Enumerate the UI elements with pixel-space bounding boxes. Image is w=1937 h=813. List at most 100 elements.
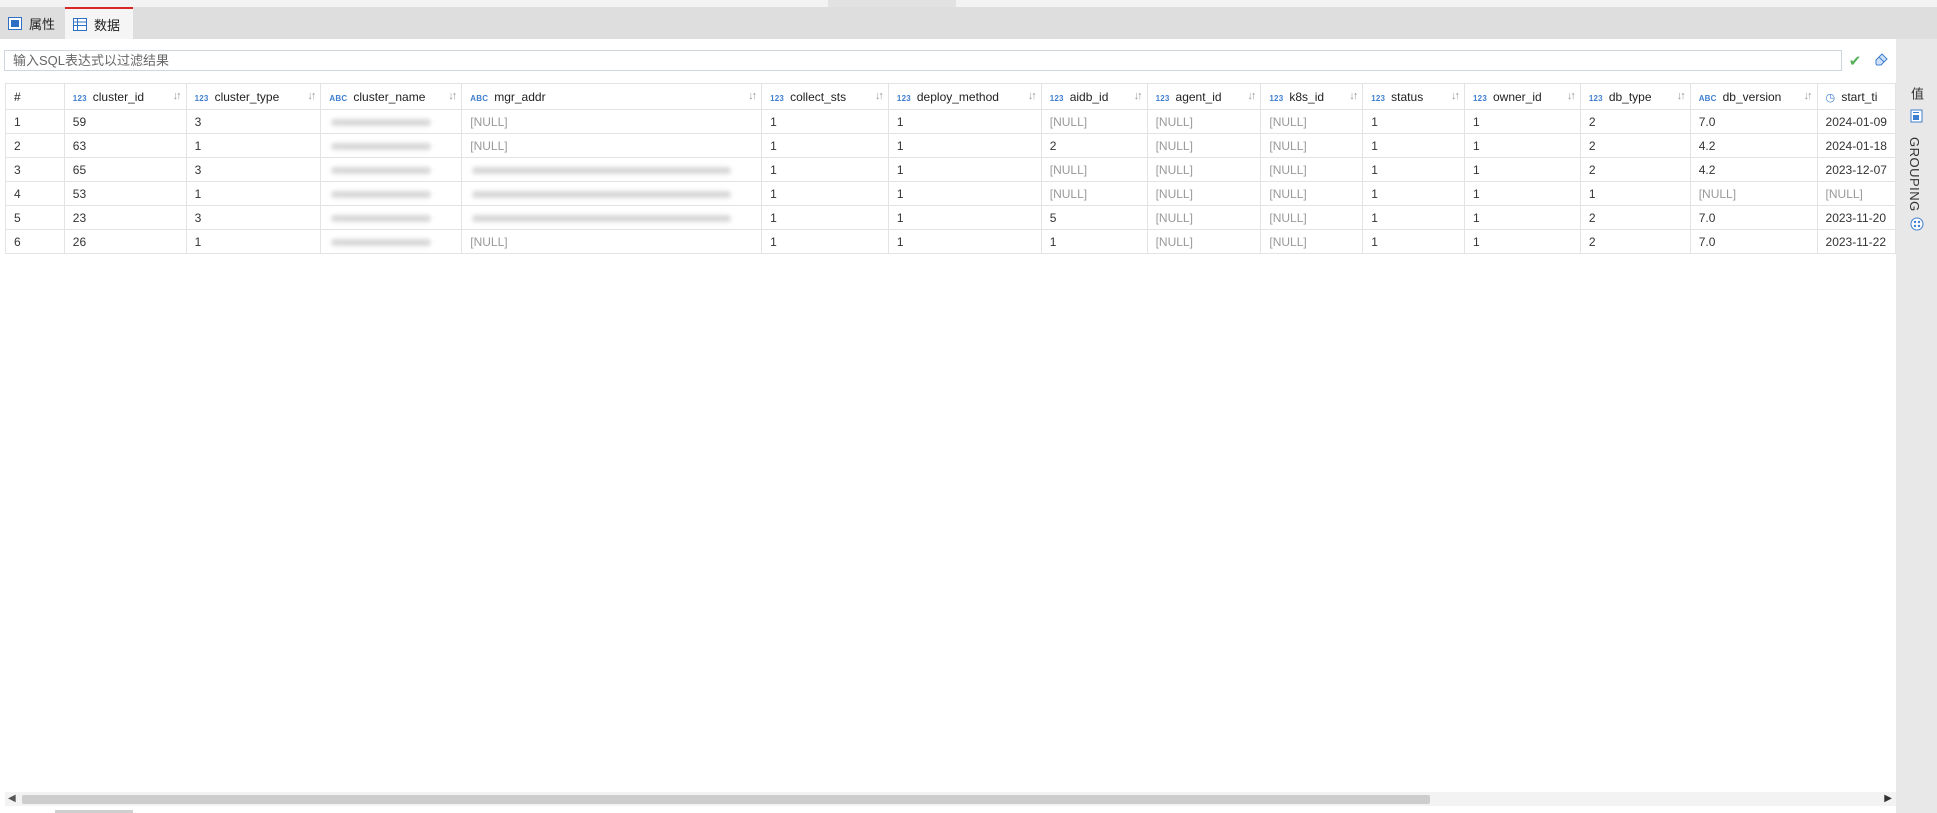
table-cell[interactable]: 2024-01-18 — [1816, 133, 1896, 158]
table-cell[interactable]: 3 — [185, 205, 322, 230]
table-cell[interactable]: 1 — [761, 157, 889, 182]
table-cell[interactable] — [320, 229, 463, 254]
table-cell[interactable]: 4.2 — [1689, 157, 1818, 182]
sort-icon[interactable]: ↓↑ — [1451, 90, 1460, 102]
scroll-right-arrow-icon[interactable]: ▶ — [1884, 792, 1892, 806]
table-cell[interactable]: 1 — [887, 229, 1042, 254]
table-cell[interactable]: 1 — [761, 205, 889, 230]
table-cell[interactable]: 1 — [761, 109, 889, 134]
table-cell[interactable]: [NULL] — [1146, 133, 1262, 158]
table-cell[interactable]: 59 — [63, 109, 187, 134]
table-cell[interactable]: [NULL] — [1260, 205, 1364, 230]
table-cell[interactable]: 1 — [1362, 181, 1466, 206]
table-cell[interactable]: [NULL] — [1816, 181, 1896, 206]
table-cell[interactable]: [NULL] — [1260, 157, 1364, 182]
sort-icon[interactable]: ↓↑ — [448, 90, 457, 102]
column-header-cluster-type[interactable]: 123 cluster_type ↓↑ — [185, 83, 322, 110]
table-cell[interactable]: 1 — [185, 133, 322, 158]
result-grid[interactable]: # 123 cluster_id ↓↑ 123 cluster_type ↓↑ ABC c… — [5, 83, 1896, 773]
table-cell[interactable]: 2 — [1040, 133, 1148, 158]
grouping-icon[interactable] — [1910, 217, 1924, 231]
table-cell[interactable]: 2023-12-07 — [1816, 157, 1896, 182]
table-row[interactable]: 6 26 1 [NULL] 1 1 1 [NULL] [NULL] 1 1 2 7.0 2023-11-2… — [5, 229, 1896, 254]
table-cell[interactable]: [NULL] — [461, 109, 763, 134]
table-cell[interactable]: 3 — [185, 109, 322, 134]
table-cell[interactable]: 1 — [1464, 157, 1581, 182]
table-cell[interactable]: [NULL] — [1260, 133, 1364, 158]
table-cell[interactable]: [NULL] — [1146, 229, 1262, 254]
table-cell[interactable]: 53 — [63, 181, 187, 206]
grouping-panel-toggle[interactable]: GROUPING — [1907, 137, 1922, 212]
table-cell[interactable] — [461, 205, 763, 230]
column-header-deploy-method[interactable]: 123 deploy_method ↓↑ — [887, 83, 1042, 110]
table-cell[interactable]: [NULL] — [1260, 181, 1364, 206]
table-cell[interactable]: 1 — [1464, 133, 1581, 158]
table-cell[interactable]: 1 — [887, 109, 1042, 134]
horizontal-scrollbar[interactable]: ◀ ▶ — [5, 792, 1896, 806]
table-row[interactable]: 2 63 1 [NULL] 1 1 2 [NULL] [NULL] 1 1 2 4.2 2024-01-1… — [5, 133, 1896, 158]
table-cell[interactable] — [320, 133, 463, 158]
table-cell[interactable]: 26 — [63, 229, 187, 254]
sort-icon[interactable]: ↓↑ — [1804, 90, 1813, 102]
table-cell[interactable] — [320, 109, 463, 134]
table-cell[interactable]: 1 — [761, 181, 889, 206]
table-cell[interactable] — [320, 205, 463, 230]
table-cell[interactable]: 1 — [5, 109, 65, 134]
column-header-k8s-id[interactable]: 123 k8s_id ↓↑ — [1260, 83, 1364, 110]
table-cell[interactable] — [461, 181, 763, 206]
sort-icon[interactable]: ↓↑ — [1247, 90, 1256, 102]
column-header-status[interactable]: 123 status ↓↑ — [1362, 83, 1466, 110]
column-header-db-type[interactable]: 123 db_type ↓↑ — [1579, 83, 1691, 110]
table-cell[interactable]: 2023-11-20 — [1816, 205, 1896, 230]
table-cell[interactable]: 1 — [887, 181, 1042, 206]
table-cell[interactable] — [320, 181, 463, 206]
table-cell[interactable]: 1 — [1362, 229, 1466, 254]
tab-data[interactable]: 数据 — [65, 7, 133, 39]
table-cell[interactable]: 1 — [761, 229, 889, 254]
column-header-start-time[interactable]: ◷ start_ti — [1816, 83, 1896, 110]
apply-filter-button[interactable]: ✔ — [1846, 52, 1864, 70]
table-row[interactable]: 4 53 1 1 1 [NULL] [NULL] [NULL] 1 1 1 [NULL] [NULL] — [5, 181, 1896, 206]
value-panel-toggle[interactable]: 值 — [1907, 87, 1926, 101]
table-cell[interactable]: 23 — [63, 205, 187, 230]
table-cell[interactable]: 1 — [1464, 205, 1581, 230]
table-cell[interactable]: 1 — [887, 133, 1042, 158]
table-cell[interactable]: 1 — [1362, 205, 1466, 230]
sql-filter-input[interactable] — [5, 51, 1841, 70]
tab-properties[interactable]: 属性 — [0, 7, 64, 39]
table-cell[interactable]: 5 — [5, 205, 65, 230]
column-header-cluster-id[interactable]: 123 cluster_id ↓↑ — [63, 83, 187, 110]
column-header-collect-sts[interactable]: 123 collect_sts ↓↑ — [761, 83, 889, 110]
table-cell[interactable]: [NULL] — [1040, 181, 1148, 206]
table-cell[interactable]: 5 — [1040, 205, 1148, 230]
table-cell[interactable]: 65 — [63, 157, 187, 182]
table-cell[interactable]: 63 — [63, 133, 187, 158]
table-cell[interactable]: [NULL] — [461, 133, 763, 158]
sort-icon[interactable]: ↓↑ — [1134, 90, 1143, 102]
table-row[interactable]: 1 59 3 [NULL] 1 1 [NULL] [NULL] [NULL] 1 1 2 7.0 2024… — [5, 109, 1896, 134]
table-cell[interactable]: 2 — [1579, 109, 1691, 134]
table-cell[interactable]: 2023-11-22 — [1816, 229, 1896, 254]
sort-icon[interactable]: ↓↑ — [1567, 90, 1576, 102]
sort-icon[interactable]: ↓↑ — [875, 90, 884, 102]
table-cell[interactable]: 1 — [1464, 229, 1581, 254]
table-cell[interactable]: 1 — [761, 133, 889, 158]
table-cell[interactable]: 2 — [5, 133, 65, 158]
table-cell[interactable]: 1 — [1362, 109, 1466, 134]
column-header-aidb-id[interactable]: 123 aidb_id ↓↑ — [1040, 83, 1148, 110]
table-cell[interactable]: [NULL] — [1146, 181, 1262, 206]
table-cell[interactable]: 1 — [185, 181, 322, 206]
column-header-mgr-addr[interactable]: ABC mgr_addr ↓↑ — [461, 83, 763, 110]
scroll-left-arrow-icon[interactable]: ◀ — [8, 792, 16, 806]
table-cell[interactable]: 1 — [185, 229, 322, 254]
table-cell[interactable]: 7.0 — [1689, 205, 1818, 230]
table-cell[interactable]: 2 — [1579, 205, 1691, 230]
table-cell[interactable]: 7.0 — [1689, 109, 1818, 134]
table-cell[interactable] — [320, 157, 463, 182]
table-cell[interactable]: 1 — [1362, 157, 1466, 182]
scrollbar-thumb[interactable] — [22, 795, 1430, 804]
column-header-db-version[interactable]: ABC db_version ↓↑ — [1689, 83, 1818, 110]
table-cell[interactable]: [NULL] — [1689, 181, 1818, 206]
table-cell[interactable]: 1 — [887, 205, 1042, 230]
table-cell[interactable]: 1 — [1464, 181, 1581, 206]
